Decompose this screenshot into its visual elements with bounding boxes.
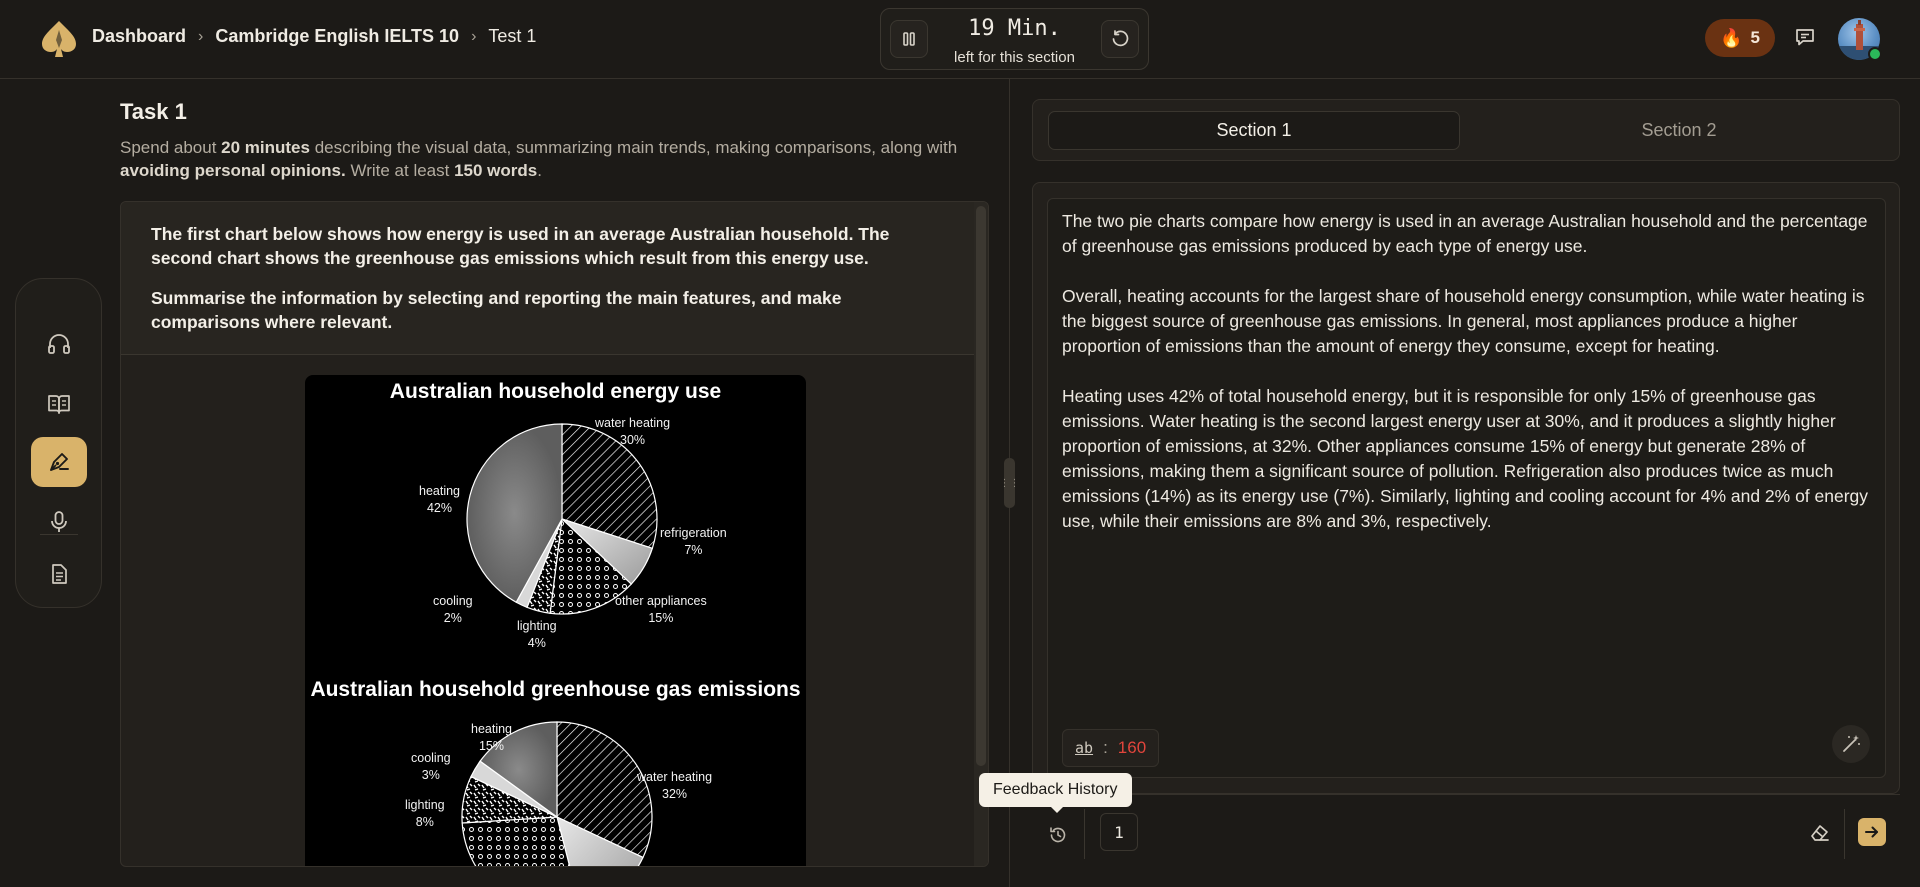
section-tabs: Section 1 Section 2	[1032, 99, 1900, 161]
toolbar-divider	[1844, 809, 1845, 859]
ai-feedback-button[interactable]	[1832, 725, 1870, 763]
instr-text: Spend about	[120, 138, 222, 157]
eraser-icon	[1811, 825, 1829, 841]
task-instructions: Spend about 20 minutes describing the vi…	[120, 136, 960, 182]
online-status-dot	[1868, 47, 1882, 61]
pie-value: 3%	[421, 768, 440, 782]
word-count-separator: :	[1103, 738, 1108, 757]
headphones-icon	[48, 334, 70, 354]
pause-icon	[903, 32, 915, 46]
section-timer: 19 Min. left for this section	[880, 8, 1149, 70]
skills-sidebar	[15, 278, 102, 608]
clear-button[interactable]	[1804, 817, 1836, 849]
attempt-number[interactable]: 1	[1100, 813, 1138, 851]
feedback-history-button[interactable]	[1042, 819, 1074, 851]
sidebar-item-listening[interactable]	[31, 319, 87, 369]
essay-editor-panel: The two pie charts compare how energy is…	[1032, 182, 1900, 794]
chevron-right-icon: ›	[198, 27, 204, 45]
timer-value: 19 Min.	[968, 16, 1061, 41]
top-bar: Dashboard › Cambridge English IELTS 10 ›…	[0, 0, 1920, 79]
pie-label: cooling 3%	[411, 750, 451, 784]
panel-resize-handle[interactable]: ⋮⋮	[1000, 458, 1020, 508]
instr-text: .	[537, 161, 542, 180]
document-icon	[52, 564, 67, 584]
microphone-icon	[51, 511, 67, 532]
pie-label: heating 15%	[471, 721, 512, 755]
sidebar-item-notes[interactable]	[31, 549, 87, 599]
sidebar-item-speaking[interactable]	[31, 497, 87, 547]
pie-category: water heating	[637, 770, 713, 784]
sidebar-item-reading[interactable]	[31, 379, 87, 429]
breadcrumb: Dashboard › Cambridge English IELTS 10 ›…	[92, 26, 536, 47]
prompt-paragraph: The first chart below shows how energy i…	[151, 224, 890, 268]
pie-value: 15%	[478, 739, 505, 753]
instr-text: describing the visual data, summarizing …	[309, 138, 958, 157]
restart-button[interactable]	[1101, 20, 1139, 58]
prompt-scrollbar[interactable]	[974, 202, 988, 866]
pie-value: 32%	[662, 787, 688, 801]
breadcrumb-dashboard[interactable]: Dashboard	[92, 26, 186, 47]
spade-logo-icon[interactable]	[38, 18, 80, 60]
pie-charts-image: Australian household energy use water he…	[305, 375, 806, 866]
flame-icon: 🔥	[1720, 27, 1743, 48]
pie-label: water heating 32%	[637, 769, 712, 803]
essay-paragraph: The two pie charts compare how energy is…	[1062, 211, 1868, 256]
essay-textarea[interactable]: The two pie charts compare how energy is…	[1047, 198, 1886, 778]
magic-wand-icon	[1843, 735, 1860, 752]
pie-category: heating	[471, 722, 513, 736]
message-icon	[1796, 29, 1814, 46]
breadcrumb-test: Test 1	[488, 26, 537, 46]
tab-section-1[interactable]: Section 1	[1048, 111, 1460, 150]
pie-category: lighting	[405, 798, 445, 812]
feedback-history-tooltip: Feedback History	[979, 773, 1132, 807]
task-prompt: The first chart below shows how energy i…	[121, 202, 976, 355]
pause-button[interactable]	[890, 20, 928, 58]
instr-text: Write at least	[345, 161, 455, 180]
prompt-paragraph: Summarise the information by selecting a…	[151, 288, 842, 332]
editor-toolbar: 1	[1032, 794, 1900, 867]
breadcrumb-book[interactable]: Cambridge English IELTS 10	[215, 26, 459, 47]
pie-value: 8%	[415, 815, 434, 829]
timer-subtitle: left for this section	[954, 49, 1075, 66]
submit-button[interactable]	[1858, 818, 1886, 846]
task-title: Task 1	[120, 99, 187, 124]
streak-count: 5	[1750, 28, 1760, 47]
chevron-right-icon: ›	[471, 27, 477, 45]
sidebar-divider	[40, 534, 78, 535]
essay-paragraph: Heating uses 42% of total household ener…	[1062, 386, 1869, 531]
history-icon	[1050, 827, 1066, 843]
instr-bold: 20 minutes	[221, 138, 310, 157]
pie-label: lighting 8%	[405, 797, 445, 831]
streak-badge[interactable]: 🔥 5	[1705, 19, 1775, 57]
instr-bold: avoiding personal opinions.	[120, 161, 346, 180]
tab-section-2[interactable]: Section 2	[1473, 111, 1885, 150]
instr-bold: 150 words	[454, 161, 538, 180]
restart-icon	[1112, 30, 1129, 47]
prompt-scrollbar-thumb[interactable]	[976, 206, 986, 766]
pen-icon	[50, 453, 69, 471]
toolbar-divider	[1084, 809, 1085, 859]
task-prompt-panel[interactable]: The first chart below shows how energy i…	[120, 201, 989, 867]
essay-paragraph: Overall, heating accounts for the larges…	[1062, 286, 1865, 356]
tooltip-arrow	[1050, 806, 1064, 813]
messages-button[interactable]	[1792, 24, 1818, 50]
word-count: ab : 160	[1062, 729, 1160, 767]
pie-category: cooling	[411, 751, 451, 765]
word-count-icon: ab	[1075, 739, 1094, 757]
word-count-value: 160	[1117, 738, 1147, 757]
arrow-right-icon	[1865, 826, 1878, 838]
sidebar-item-writing[interactable]	[31, 437, 87, 487]
book-icon	[48, 395, 70, 414]
emissions-pie	[461, 721, 653, 866]
